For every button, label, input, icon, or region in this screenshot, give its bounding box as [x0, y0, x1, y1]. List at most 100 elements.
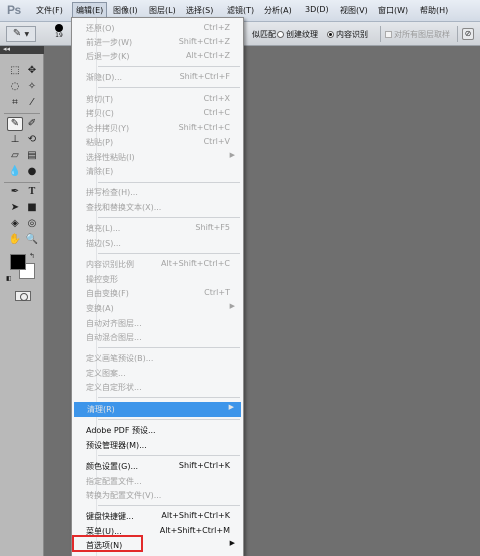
rectangle-tool-icon[interactable]: ■ — [24, 201, 40, 215]
menu-item-label: 查找和替换文本(X)... — [86, 203, 162, 212]
menu-item-assign-profile[interactable]: 指定配置文件... — [73, 474, 242, 489]
menu-item-content-aware-scale[interactable]: 内容识别比例 Alt+Shift+Ctrl+C — [73, 257, 242, 272]
blur-tool-icon[interactable]: 💧 — [7, 165, 23, 179]
path-selection-tool-icon[interactable]: ➤ — [7, 201, 23, 215]
menu-item-define-custom-shape[interactable]: 定义自定形状... — [73, 380, 242, 395]
menu-item-fade[interactable]: 渐隐(D)... Shift+Ctrl+F — [73, 70, 242, 85]
marquee-tool-icon[interactable]: ⬚ — [7, 64, 23, 78]
menu-item-adobe-pdf-presets[interactable]: Adobe PDF 预设... — [73, 423, 242, 438]
menu-item-step-forward[interactable]: 前进一步(W) Shift+Ctrl+Z — [73, 35, 242, 50]
menu-analysis[interactable]: 分析(A) — [264, 5, 292, 16]
sample-all-layers-checkbox[interactable] — [385, 31, 392, 38]
menu-item-keyboard-shortcuts[interactable]: 键盘快捷键... Alt+Shift+Ctrl+K — [73, 509, 242, 524]
eyedropper-tool-icon[interactable]: ⁄ — [24, 96, 40, 110]
pen-tool-icon[interactable]: ✒ — [7, 185, 23, 199]
menu-item-transform[interactable]: 变换(A) ▶ — [73, 301, 242, 316]
menu-layer[interactable]: 图层(L) — [149, 5, 176, 16]
menu-item-label: 自动对齐图层... — [86, 319, 142, 328]
quick-mask-icon[interactable] — [15, 291, 31, 301]
menu-item-purge[interactable]: 清理(R) ▶ — [74, 402, 241, 417]
preferences-highlight-box — [72, 535, 143, 552]
menu-item-copy-merged[interactable]: 合并拷贝(Y) Shift+Ctrl+C — [73, 121, 242, 136]
menu-item-label: 粘贴(P) — [86, 138, 114, 147]
submenu-arrow-icon: ▶ — [229, 302, 235, 310]
menu-item-label: Adobe PDF 预设... — [86, 426, 156, 435]
menu-item-undo[interactable]: 还原(O) Ctrl+Z — [73, 21, 242, 36]
menu-item-copy[interactable]: 拷贝(C) Ctrl+C — [73, 106, 242, 121]
menu-item-label: 剪切(T) — [86, 95, 114, 104]
menu-item-step-backward[interactable]: 后退一步(K) Alt+Ctrl+Z — [73, 49, 242, 64]
menu-help[interactable]: 帮助(H) — [420, 5, 448, 16]
spot-healing-brush-tool-icon[interactable]: ✎ — [7, 117, 23, 131]
menu-filter[interactable]: 滤镜(T) — [227, 5, 254, 16]
create-texture-option[interactable]: 创建纹理 — [277, 29, 318, 40]
content-aware-radio[interactable] — [327, 31, 334, 38]
menu-separator — [98, 66, 240, 67]
menu-item-shortcut: Shift+Ctrl+K — [178, 461, 230, 470]
menu-item-puppet-warp[interactable]: 操控变形 — [73, 272, 242, 287]
menu-separator — [98, 182, 240, 183]
swap-colors-icon[interactable]: ↰ — [29, 252, 35, 260]
gradient-tool-icon[interactable]: ▤ — [24, 149, 40, 163]
hand-tool-icon[interactable]: ✋ — [7, 233, 23, 247]
brush-tool-icon[interactable]: ✐ — [24, 117, 40, 131]
create-texture-radio[interactable] — [277, 31, 284, 38]
menu-file[interactable]: 文件(F) — [36, 5, 63, 16]
menu-item-auto-align-layers[interactable]: 自动对齐图层... — [73, 316, 242, 331]
menu-item-paste[interactable]: 粘贴(P) Ctrl+V — [73, 135, 242, 150]
menu-separator — [98, 217, 240, 218]
menu-view[interactable]: 视图(V) — [340, 5, 368, 16]
foreground-color-swatch[interactable] — [10, 254, 26, 270]
menu-item-color-settings[interactable]: 颜色设置(G)... Shift+Ctrl+K — [73, 459, 242, 474]
type-tool-icon[interactable]: T — [24, 185, 40, 199]
toolbox-header[interactable]: ◂◂ — [0, 45, 44, 54]
menu-item-fill[interactable]: 填充(L)... Shift+F5 — [73, 221, 242, 236]
menu-item-stroke[interactable]: 描边(S)... — [73, 236, 242, 251]
tool-preset-picker[interactable]: ✎ ▼ — [6, 26, 36, 42]
default-colors-icon[interactable]: ◧ — [6, 275, 13, 282]
menu-item-find-replace[interactable]: 查找和替换文本(X)... — [73, 200, 242, 215]
menu-item-paste-special[interactable]: 选择性粘贴(I) ▶ — [73, 150, 242, 165]
toolbox-divider — [4, 113, 40, 114]
move-tool-icon[interactable]: ✥ — [24, 64, 40, 78]
lasso-tool-icon[interactable]: ◌ — [7, 80, 23, 94]
history-brush-tool-icon[interactable]: ⟲ — [24, 133, 40, 147]
collapse-icon[interactable]: ◂◂ — [3, 45, 10, 53]
proximity-match-option[interactable]: 似匹配 — [252, 29, 276, 40]
submenu-arrow-icon: ▶ — [228, 403, 234, 411]
menu-3d[interactable]: 3D(D) — [305, 5, 329, 14]
menu-item-define-brush[interactable]: 定义画笔预设(B)... — [73, 351, 242, 366]
brush-tip-icon — [55, 24, 63, 32]
menu-item-free-transform[interactable]: 自由变换(F) Ctrl+T — [73, 286, 242, 301]
menu-item-cut[interactable]: 剪切(T) Ctrl+X — [73, 92, 242, 107]
3d-rotate-tool-icon[interactable]: ◈ — [7, 217, 23, 231]
sample-all-layers-label: 对所有图层取样 — [394, 30, 450, 39]
menu-item-define-pattern[interactable]: 定义图案... — [73, 366, 242, 381]
clone-stamp-tool-icon[interactable]: ⊥ — [7, 133, 23, 147]
eraser-tool-icon[interactable]: ▱ — [7, 149, 23, 163]
menu-item-shortcut: Shift+Ctrl+Z — [178, 37, 230, 46]
menu-item-check-spelling[interactable]: 拼写检查(H)... — [73, 185, 242, 200]
sample-all-layers-option[interactable]: 对所有图层取样 — [385, 29, 450, 40]
menu-item-preset-manager[interactable]: 预设管理器(M)... — [73, 438, 242, 453]
menu-item-label: 定义图案... — [86, 369, 126, 378]
brush-picker[interactable]: 19 — [52, 24, 66, 39]
menu-separator — [98, 397, 240, 398]
3d-orbit-tool-icon[interactable]: ◎ — [24, 217, 40, 231]
menu-window[interactable]: 窗口(W) — [378, 5, 408, 16]
menu-item-convert-to-profile[interactable]: 转换为配置文件(V)... — [73, 488, 242, 503]
menu-select[interactable]: 选择(S) — [186, 5, 213, 16]
menu-item-label: 后退一步(K) — [86, 52, 130, 61]
pressure-size-icon[interactable]: ⊘ — [462, 28, 474, 40]
menu-item-label: 自由变换(F) — [86, 289, 129, 298]
content-aware-option[interactable]: 内容识别 — [327, 29, 368, 40]
menu-item-clear[interactable]: 清除(E) — [73, 164, 242, 179]
brush-size-value: 19 — [55, 32, 63, 39]
dodge-tool-icon[interactable]: ● — [24, 165, 40, 179]
menu-image[interactable]: 图像(I) — [113, 5, 138, 16]
crop-tool-icon[interactable]: ⌗ — [7, 96, 23, 110]
quick-selection-tool-icon[interactable]: ✧ — [24, 80, 40, 94]
menu-item-auto-blend-layers[interactable]: 自动混合图层... — [73, 330, 242, 345]
menu-item-label: 内容识别比例 — [86, 260, 134, 269]
zoom-tool-icon[interactable]: 🔍 — [24, 233, 40, 247]
